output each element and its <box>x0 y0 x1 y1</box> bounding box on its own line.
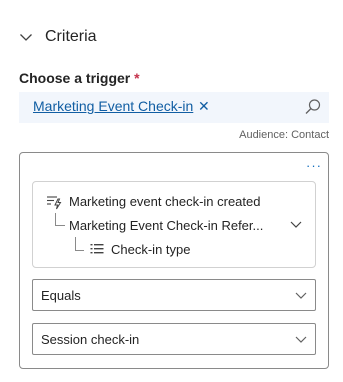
condition-card: ··· Marketing event check-in created Mar… <box>19 152 329 369</box>
trigger-picker[interactable]: Marketing Event Check-in ✕ <box>19 92 329 123</box>
value-dropdown[interactable]: Session check-in <box>32 323 316 355</box>
operator-dropdown[interactable]: Equals <box>32 279 316 311</box>
tree-connector <box>55 213 65 226</box>
required-marker: * <box>134 70 140 86</box>
chevron-down-icon <box>293 287 309 303</box>
tree-connector <box>75 237 84 251</box>
attribute-path-card: Marketing event check-in created Marketi… <box>32 181 316 268</box>
trigger-label-text: Choose a trigger <box>19 70 131 86</box>
list-icon <box>90 242 104 256</box>
selected-trigger-tag[interactable]: Marketing Event Check-in <box>33 98 193 114</box>
chevron-down-icon[interactable] <box>287 215 305 233</box>
event-trigger-icon <box>46 194 62 210</box>
chevron-down-icon <box>293 331 309 347</box>
event-name: Marketing event check-in created <box>69 194 261 209</box>
operator-value: Equals <box>41 288 81 303</box>
chevron-down-icon[interactable] <box>18 29 34 45</box>
search-icon[interactable] <box>304 98 322 116</box>
trigger-label: Choose a trigger * <box>19 70 140 86</box>
criteria-section-header[interactable]: Criteria <box>18 26 97 48</box>
more-options-button[interactable]: ··· <box>306 158 322 173</box>
audience-label: Audience: Contact <box>239 129 329 141</box>
attribute-name: Marketing Event Check-in Refer... <box>69 218 264 233</box>
section-title: Criteria <box>45 28 97 45</box>
condition-value: Session check-in <box>41 332 140 347</box>
field-name: Check-in type <box>111 242 191 257</box>
remove-tag-button[interactable]: ✕ <box>198 97 212 115</box>
